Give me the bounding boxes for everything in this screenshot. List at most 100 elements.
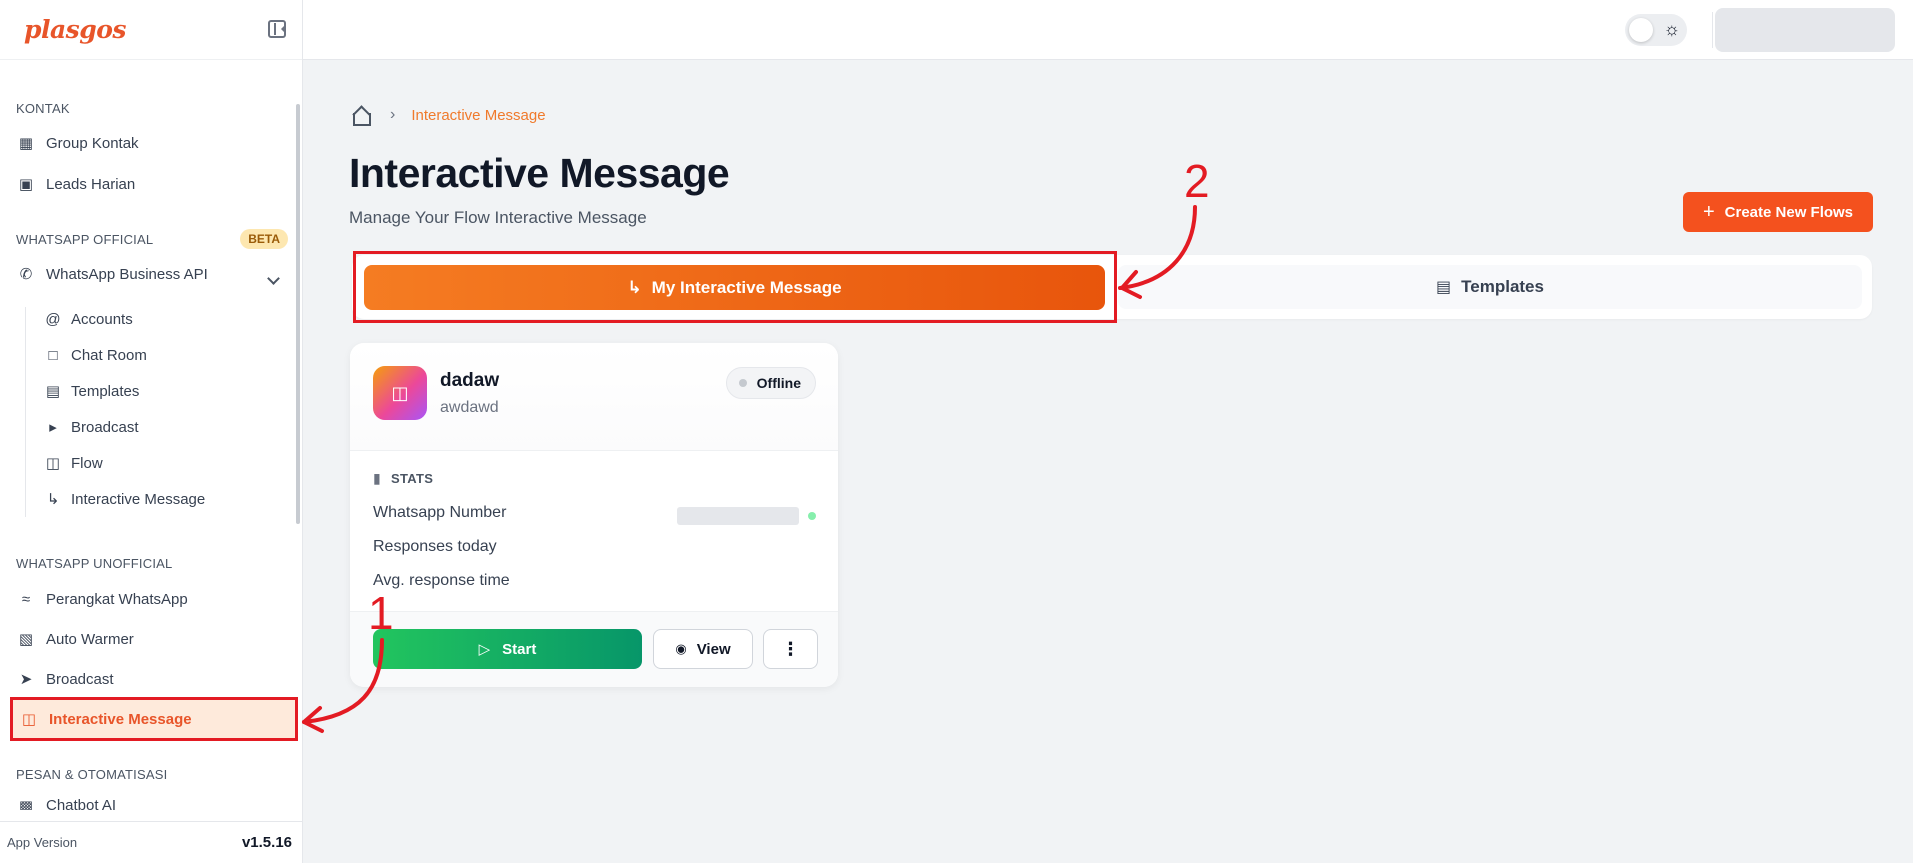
sidebar-item-label: Accounts: [71, 310, 133, 328]
section-pesan-otomatisasi: PESAN & OTOMATISASI: [16, 767, 168, 782]
status-badge: Offline: [725, 367, 816, 399]
sidebar-item-leads-harian[interactable]: ▣ Leads Harian: [16, 172, 135, 196]
flow-nodes-icon: ◫: [21, 711, 37, 728]
calendar-icon: ▣: [18, 176, 34, 193]
warmer-icon: ▧: [18, 631, 34, 648]
start-label: Start: [502, 640, 537, 658]
plus-icon: +: [1702, 200, 1715, 223]
user-profile-placeholder[interactable]: [1715, 8, 1895, 52]
sidebar-item-label: Templates: [71, 382, 140, 400]
sidebar-item-perangkat-whatsapp[interactable]: ≈ Perangkat WhatsApp: [16, 587, 188, 611]
create-button-label: Create New Flows: [1724, 203, 1854, 221]
topbar: ☼: [303, 0, 1913, 60]
sidebar-item-label: Interactive Message: [71, 490, 206, 508]
flow-name: dadaw: [440, 370, 500, 391]
submenu-guide-line: [25, 307, 26, 517]
annotation-number-1: 1: [368, 587, 394, 639]
flow-description: awdawd: [440, 399, 499, 416]
beta-badge: BETA: [240, 229, 288, 249]
sidebar-item-chatbot-ai[interactable]: ▩ Chatbot AI: [16, 797, 116, 810]
whatsapp-number-redacted: [677, 507, 799, 525]
branch-icon: ↳: [46, 491, 60, 508]
sidebar-item-label: Leads Harian: [46, 175, 136, 193]
template-layout-icon: ▤: [1436, 279, 1452, 296]
contact-card-icon: ▦: [18, 135, 34, 152]
eye-scan-icon: ◉: [675, 641, 687, 656]
create-new-flows-button[interactable]: + Create New Flows: [1683, 192, 1873, 232]
status-label: Offline: [756, 375, 801, 391]
section-wa-unofficial: WHATSAPP UNOFFICIAL: [16, 556, 173, 571]
send-icon: ➤: [19, 671, 33, 688]
sun-icon: ☼: [1663, 19, 1681, 39]
sidebar-item-flow[interactable]: ◫ Flow: [43, 451, 103, 475]
stat-responses-today: Responses today: [373, 538, 497, 555]
app-version-value: v1.5.16: [241, 834, 292, 851]
at-sign-icon: @: [45, 310, 61, 328]
flow-avatar-icon: ◫: [373, 366, 427, 420]
whatsapp-icon: ✆: [19, 266, 33, 283]
template-layout-icon: ▤: [45, 383, 61, 400]
sidebar-scrollbar[interactable]: [296, 104, 300, 524]
sidebar-item-group-kontak[interactable]: ▦ Group Kontak: [16, 131, 139, 155]
breadcrumb-current[interactable]: Interactive Message: [411, 107, 545, 124]
sidebar-item-label: Broadcast: [46, 670, 114, 688]
tab-templates[interactable]: ▤ Templates: [1118, 265, 1862, 309]
robot-icon: ▩: [18, 798, 34, 810]
megaphone-icon: ▸: [49, 419, 57, 436]
status-dot-icon: [738, 379, 747, 387]
annotation-number-2: 2: [1184, 155, 1210, 207]
more-options-button[interactable]: ⋮: [763, 629, 818, 669]
page-subtitle: Manage Your Flow Interactive Message: [349, 208, 647, 227]
chat-bubbles-icon: □: [48, 346, 58, 364]
start-button[interactable]: ▷ Start: [373, 629, 642, 669]
sidebar-collapse-icon[interactable]: [268, 20, 286, 38]
logo-row: plasgos: [0, 0, 302, 60]
online-dot-icon: [808, 512, 816, 520]
sidebar-item-label: Group Kontak: [46, 134, 139, 152]
chevron-down-icon[interactable]: [267, 272, 280, 285]
sidebar-item-label: Flow: [71, 454, 103, 472]
sidebar-item-auto-warmer[interactable]: ▧ Auto Warmer: [16, 627, 134, 651]
chevron-right-icon: ›: [390, 106, 396, 123]
tab-label: Templates: [1461, 277, 1544, 296]
sidebar-item-label: Auto Warmer: [46, 630, 134, 648]
stat-whatsapp-number: Whatsapp Number: [373, 504, 507, 521]
view-button[interactable]: ◉ View: [653, 629, 753, 669]
sidebar-item-label: Broadcast: [71, 418, 139, 436]
stats-title-label: STATS: [391, 471, 434, 486]
sidebar-item-label: Interactive Message: [49, 710, 192, 728]
wifi-icon: ≈: [21, 590, 31, 608]
page-title: Interactive Message: [349, 150, 730, 196]
sidebar-item-templates[interactable]: ▤ Templates: [43, 379, 139, 403]
home-icon[interactable]: [350, 106, 371, 126]
sidebar-footer: App Version v1.5.16: [0, 821, 302, 863]
sidebar-item-wa-business-api[interactable]: ✆ WhatsApp Business API: [16, 262, 208, 286]
sidebar-item-label: Perangkat WhatsApp: [46, 590, 188, 608]
app-logo[interactable]: plasgos: [24, 15, 126, 44]
section-wa-official: WHATSAPP OFFICIAL: [16, 232, 154, 247]
sidebar-item-broadcast-official[interactable]: ▸ Broadcast: [43, 415, 139, 439]
breadcrumb: › Interactive Message: [350, 106, 546, 126]
sidebar: plasgos KONTAK ▦ Group Kontak ▣ Leads Ha…: [0, 0, 303, 863]
sidebar-item-chat-room[interactable]: □ Chat Room: [43, 343, 147, 367]
annotation-box-tab: [353, 251, 1117, 323]
sidebar-item-interactive-message-active[interactable]: ◫ Interactive Message: [10, 697, 298, 741]
sidebar-item-broadcast[interactable]: ➤ Broadcast: [16, 667, 114, 691]
sidebar-item-label: Chat Room: [71, 346, 147, 364]
flow-nodes-icon: ◫: [45, 455, 61, 472]
section-kontak: KONTAK: [16, 101, 70, 116]
theme-toggle[interactable]: ☼: [1625, 14, 1687, 46]
toggle-knob: [1629, 18, 1653, 42]
card-footer: ▷ Start ◉ View ⋮: [350, 611, 838, 687]
annotation-arrowhead-1: [302, 706, 324, 733]
sidebar-item-interactive-official[interactable]: ↳ Interactive Message: [43, 487, 206, 511]
topbar-divider: [1712, 12, 1713, 48]
sidebar-item-accounts[interactable]: @ Accounts: [43, 307, 133, 331]
card-header: ◫ dadaw awdawd Offline: [350, 343, 838, 451]
flow-card: ◫ dadaw awdawd Offline ▮ STATS Whatsapp …: [350, 343, 838, 687]
sidebar-item-label: WhatsApp Business API: [46, 265, 208, 283]
play-icon: ▷: [478, 641, 491, 658]
stats-heading: ▮ STATS: [373, 470, 433, 487]
app-version-label: App Version: [7, 835, 78, 850]
view-label: View: [696, 640, 731, 658]
